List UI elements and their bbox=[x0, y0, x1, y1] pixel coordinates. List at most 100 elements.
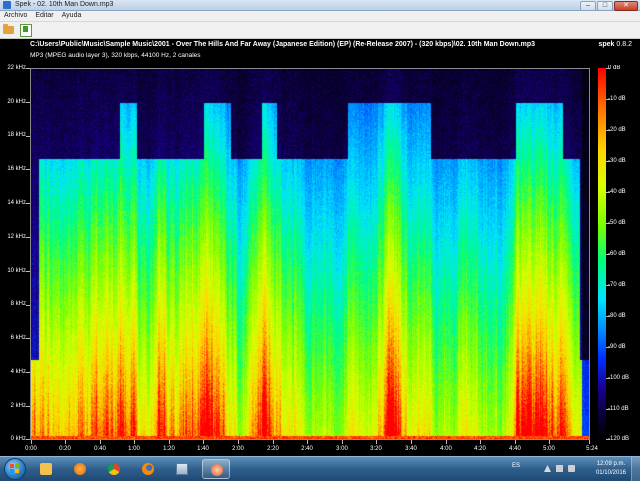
db-tick bbox=[606, 254, 610, 255]
time-tick bbox=[411, 440, 412, 444]
time-label: 5:24 bbox=[586, 446, 598, 452]
time-label: 2:00 bbox=[232, 446, 244, 452]
firefox-icon bbox=[142, 463, 154, 475]
db-tick bbox=[606, 161, 610, 162]
show-desktop-button[interactable] bbox=[631, 457, 640, 481]
db-label: -110 dB bbox=[608, 406, 629, 412]
system-tray: ES 12:09 p.m. 01/10/2016 bbox=[510, 457, 640, 481]
freq-label: 12 kHz bbox=[7, 234, 26, 240]
time-label: 3:40 bbox=[405, 446, 417, 452]
folder-open-icon[interactable] bbox=[3, 24, 15, 36]
start-button[interactable] bbox=[4, 458, 26, 480]
language-indicator[interactable]: ES bbox=[512, 463, 520, 469]
volume-icon[interactable] bbox=[568, 465, 575, 472]
freq-tick bbox=[26, 169, 30, 170]
db-label: -70 dB bbox=[608, 282, 626, 288]
freq-label: 4 kHz bbox=[10, 369, 26, 375]
spek-app-icon bbox=[3, 1, 11, 9]
menu-bar: Archivo Editar Ayuda bbox=[0, 11, 640, 22]
freq-tick bbox=[26, 372, 30, 373]
db-tick bbox=[606, 285, 610, 286]
db-label: -10 dB bbox=[608, 96, 626, 102]
spek-icon bbox=[211, 464, 223, 476]
spek-version-number: 0.8.2 bbox=[616, 41, 632, 48]
time-tick bbox=[376, 440, 377, 444]
db-tick bbox=[606, 409, 610, 410]
db-label: -100 dB bbox=[608, 375, 630, 381]
spek-brand: spek bbox=[598, 41, 615, 48]
taskbar-explorer[interactable] bbox=[32, 459, 60, 479]
spectrogram-canvas bbox=[31, 69, 589, 439]
taskbar-firefox[interactable] bbox=[134, 459, 162, 479]
freq-tick bbox=[26, 305, 30, 306]
freq-label: 16 kHz bbox=[7, 166, 26, 172]
audio-info: MP3 (MPEG audio layer 3), 320 kbps, 4410… bbox=[30, 52, 201, 59]
folder-icon bbox=[40, 463, 52, 475]
freq-tick bbox=[26, 102, 30, 103]
file-path: C:\Users\Public\Music\Sample Music\2001 … bbox=[30, 41, 536, 48]
time-tick bbox=[480, 440, 481, 444]
time-label: 2:20 bbox=[267, 446, 279, 452]
time-tick bbox=[549, 440, 550, 444]
freq-label: 6 kHz bbox=[10, 335, 26, 341]
network-icon[interactable] bbox=[556, 465, 563, 472]
db-label: -40 dB bbox=[608, 189, 626, 195]
menu-ayuda[interactable]: Ayuda bbox=[58, 11, 86, 21]
time-tick bbox=[515, 440, 516, 444]
taskbar-generic-app[interactable] bbox=[168, 459, 196, 479]
freq-label: 2 kHz bbox=[10, 403, 26, 409]
time-tick bbox=[65, 440, 66, 444]
db-label: -90 dB bbox=[608, 344, 626, 350]
freq-tick bbox=[26, 439, 30, 440]
chrome-icon bbox=[108, 463, 120, 475]
time-label: 3:00 bbox=[336, 446, 348, 452]
title-bar[interactable]: Spek - 02. 10th Man Down.mp3 – □ ✕ bbox=[0, 0, 640, 11]
db-tick bbox=[606, 223, 610, 224]
toolbar bbox=[0, 22, 640, 39]
freq-tick bbox=[26, 271, 30, 272]
time-label: 1:00 bbox=[128, 446, 140, 452]
db-tick bbox=[606, 130, 610, 131]
time-tick bbox=[589, 440, 590, 444]
minimize-button[interactable]: – bbox=[580, 1, 596, 11]
action-center-icon[interactable] bbox=[544, 465, 551, 472]
clock-time: 12:09 p.m. bbox=[596, 461, 626, 467]
time-label: 0:40 bbox=[94, 446, 106, 452]
clock[interactable]: 12:09 p.m. 01/10/2016 bbox=[596, 460, 626, 478]
freq-tick bbox=[26, 203, 30, 204]
maximize-button[interactable]: □ bbox=[597, 1, 613, 11]
time-tick bbox=[203, 440, 204, 444]
clock-date: 01/10/2016 bbox=[595, 470, 626, 476]
windows-logo-icon bbox=[10, 464, 20, 474]
taskbar-media-player[interactable] bbox=[66, 459, 94, 479]
time-tick bbox=[342, 440, 343, 444]
time-label: 4:40 bbox=[509, 446, 521, 452]
taskbar-chrome[interactable] bbox=[100, 459, 128, 479]
freq-tick bbox=[26, 68, 30, 69]
freq-label: 0 kHz bbox=[10, 436, 26, 442]
close-button[interactable]: ✕ bbox=[614, 1, 638, 11]
time-label: 1:20 bbox=[163, 446, 175, 452]
time-label: 4:20 bbox=[474, 446, 486, 452]
time-tick bbox=[31, 440, 32, 444]
menu-archivo[interactable]: Archivo bbox=[0, 11, 31, 21]
time-tick bbox=[307, 440, 308, 444]
db-color-scale bbox=[598, 68, 606, 440]
db-tick bbox=[606, 316, 610, 317]
freq-tick bbox=[26, 338, 30, 339]
freq-label: 20 kHz bbox=[7, 99, 26, 105]
time-tick bbox=[238, 440, 239, 444]
save-image-icon[interactable] bbox=[20, 24, 32, 37]
spectrogram[interactable] bbox=[30, 68, 590, 440]
time-label: 0:00 bbox=[25, 446, 37, 452]
menu-editar[interactable]: Editar bbox=[31, 11, 57, 21]
time-tick bbox=[446, 440, 447, 444]
time-tick bbox=[169, 440, 170, 444]
freq-label: 10 kHz bbox=[7, 268, 26, 274]
db-label: -80 dB bbox=[608, 313, 626, 319]
freq-tick bbox=[26, 406, 30, 407]
time-tick bbox=[134, 440, 135, 444]
taskbar-spek[interactable] bbox=[202, 459, 230, 479]
freq-label: 18 kHz bbox=[7, 132, 26, 138]
db-label: -20 dB bbox=[608, 127, 626, 133]
